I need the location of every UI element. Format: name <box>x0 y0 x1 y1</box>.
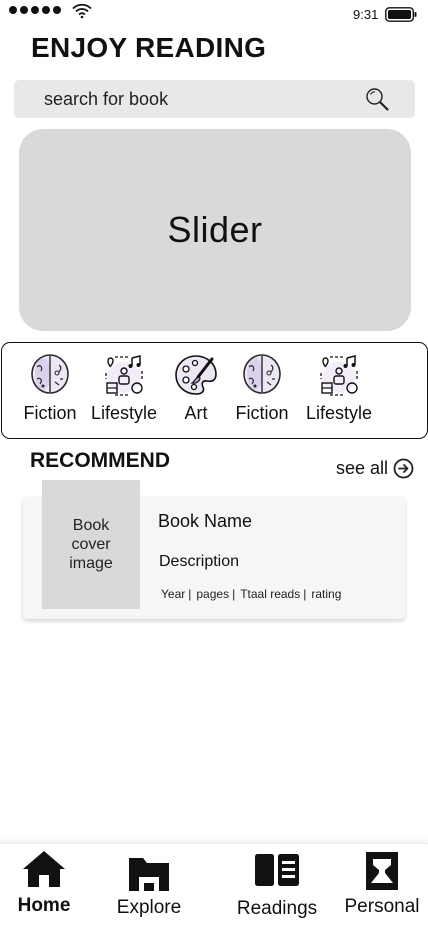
category-fiction[interactable]: Fiction <box>234 353 290 433</box>
nav-label: Home <box>17 895 71 916</box>
meta-separator: | <box>188 587 192 601</box>
nav-item-personal[interactable]: Personal <box>344 844 420 926</box>
nav-label: Explore <box>116 897 182 918</box>
see-all-link[interactable]: see all <box>336 458 414 479</box>
category-label: Fiction <box>23 403 77 423</box>
nav-label: Personal <box>344 896 420 917</box>
status-bar: 9:31 <box>0 0 428 28</box>
meta-separator: | <box>303 587 307 601</box>
page-title: ENJOY READING <box>31 32 267 63</box>
book-meta-rating: rating <box>311 587 342 601</box>
nav-item-explore[interactable]: Explore <box>114 844 184 926</box>
meta-separator: | <box>232 587 236 601</box>
brain-icon <box>31 354 69 394</box>
status-time: 9:31 <box>353 7 379 22</box>
lifestyle-icon <box>105 355 143 396</box>
palette-icon <box>175 355 217 395</box>
person-icon <box>366 852 398 890</box>
brain-icon <box>243 354 281 394</box>
battery-icon <box>385 7 417 22</box>
wifi-icon <box>72 3 92 19</box>
book-meta-year: Year <box>161 587 186 601</box>
category-art[interactable]: Art <box>174 353 218 433</box>
arrow-right-circle-icon <box>393 458 414 479</box>
category-label: Lifestyle <box>90 403 158 423</box>
folder-icon <box>129 858 169 891</box>
nav-label: Readings <box>236 898 318 919</box>
nav-item-home[interactable]: Home <box>14 844 74 926</box>
recommend-title: RECOMMEND <box>30 449 170 472</box>
category-lifestyle[interactable]: Lifestyle <box>303 353 375 433</box>
book-meta: Year | pages | Ttaal reads | rating <box>161 587 341 601</box>
category-bar: Fiction Lifestyle Art Fiction Lifestyle <box>1 342 428 439</box>
category-label: Fiction <box>235 403 289 423</box>
book-description: Description <box>159 553 240 570</box>
home-icon <box>23 851 65 887</box>
category-fiction[interactable]: Fiction <box>22 353 78 433</box>
category-lifestyle[interactable]: Lifestyle <box>88 353 160 433</box>
category-label: Art <box>184 403 208 423</box>
slider-label: Slider <box>167 209 263 250</box>
bottom-nav: Home Explore Readings Personal <box>0 843 428 926</box>
search-icon[interactable] <box>364 86 390 112</box>
search-bar[interactable] <box>14 80 415 118</box>
book-cover-image[interactable]: Book cover image <box>42 480 140 609</box>
book-name: Book Name <box>158 511 253 531</box>
nav-item-readings[interactable]: Readings <box>236 844 318 926</box>
book-open-icon <box>255 854 299 886</box>
category-label: Lifestyle <box>305 403 373 423</box>
see-all-label: see all <box>336 458 389 478</box>
book-cover-label: Book cover image <box>69 517 113 572</box>
lifestyle-icon <box>320 355 358 396</box>
search-input[interactable] <box>44 80 364 118</box>
signal-dots-icon <box>9 6 61 14</box>
hero-slider[interactable]: Slider <box>19 129 411 331</box>
book-meta-pages: pages <box>196 587 230 601</box>
book-meta-reads: Ttaal reads <box>240 587 301 601</box>
